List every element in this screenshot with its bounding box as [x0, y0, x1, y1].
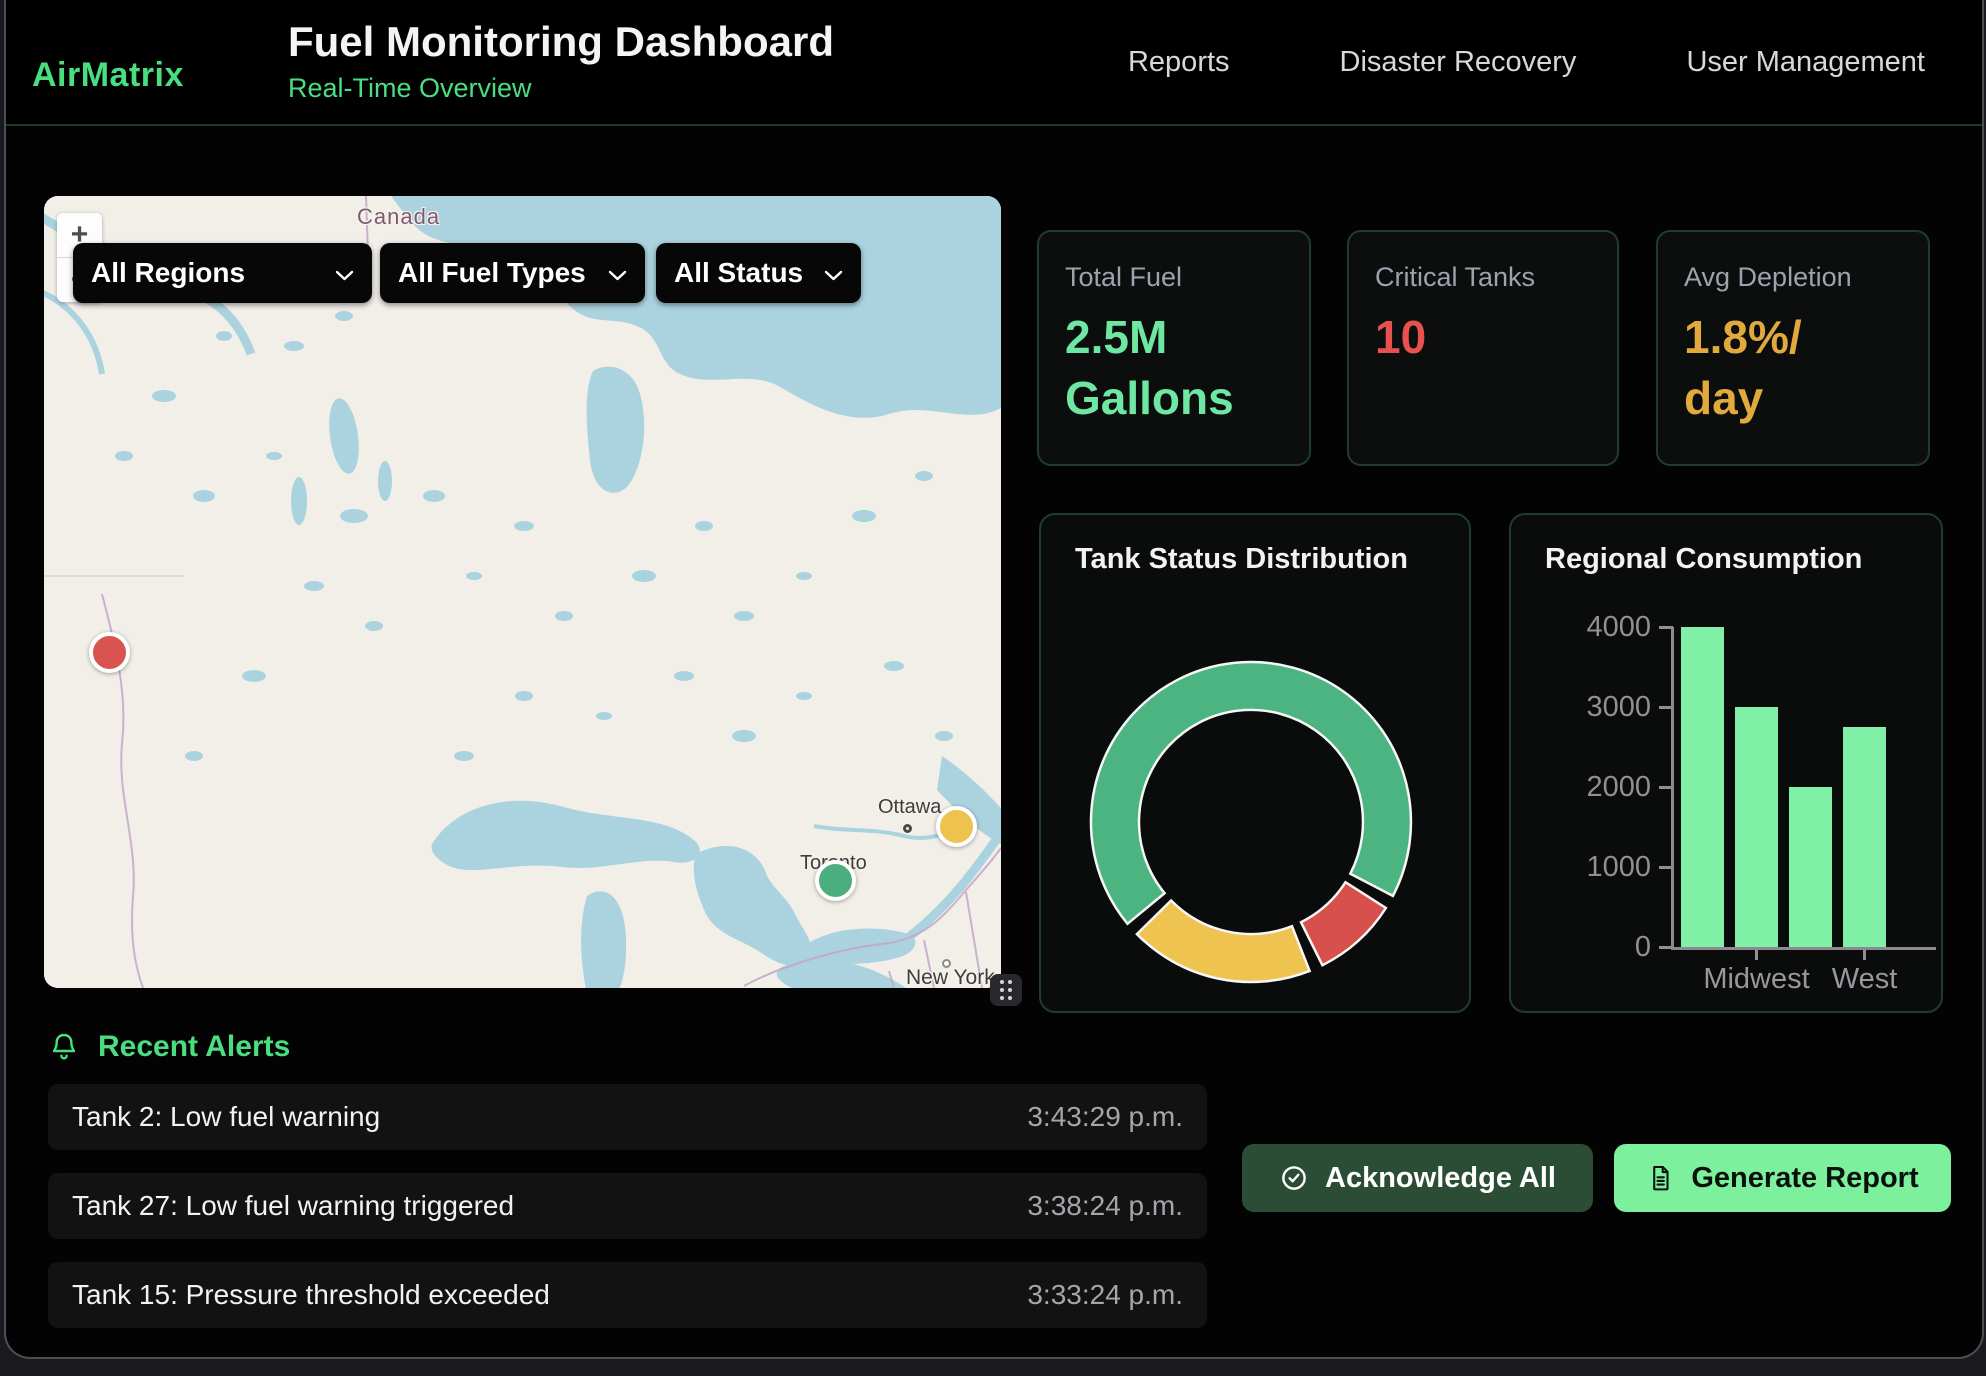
map-label-canada: Canada	[357, 204, 440, 230]
bar-region-1	[1681, 627, 1724, 947]
y-tick-label: 1000	[1511, 851, 1651, 884]
donut-segment-warning	[1137, 901, 1310, 982]
stat-label: Total Fuel	[1065, 262, 1283, 293]
y-tick-label: 0	[1511, 931, 1651, 964]
title-block: Fuel Monitoring Dashboard Real-Time Over…	[288, 16, 834, 105]
x-tick-label-west: West	[1785, 963, 1945, 996]
filter-label: All Fuel Types	[398, 257, 586, 289]
stat-label: Critical Tanks	[1375, 262, 1591, 293]
bar-west	[1843, 727, 1886, 947]
document-icon	[1646, 1164, 1675, 1193]
tank-status-panel: Tank Status Distribution	[1039, 513, 1471, 1013]
page-subtitle: Real-Time Overview	[288, 71, 834, 105]
alert-row[interactable]: Tank 15: Pressure threshold exceeded 3:33…	[48, 1262, 1207, 1328]
stat-card-total-fuel: Total Fuel 2.5M Gallons	[1037, 230, 1311, 466]
panel-title: Regional Consumption	[1545, 543, 1862, 576]
header: AirMatrix Fuel Monitoring Dashboard Real…	[6, 0, 1982, 126]
y-tick-label: 4000	[1511, 611, 1651, 644]
alert-timestamp: 3:43:29 p.m.	[1027, 1101, 1183, 1133]
donut-segment-critical	[1301, 882, 1386, 965]
generate-report-label: Generate Report	[1691, 1162, 1918, 1195]
nav-item-user-management[interactable]: User Management	[1686, 46, 1925, 79]
regional-consumption-panel: Regional Consumption 01000200030004000 M…	[1509, 513, 1943, 1013]
new-york-town-dot	[942, 959, 951, 968]
page-title: Fuel Monitoring Dashboard	[288, 16, 834, 68]
filter-all-status[interactable]: All Status	[656, 243, 861, 303]
map-marker-critical[interactable]	[89, 632, 130, 673]
brand-logo: AirMatrix	[32, 56, 184, 95]
resize-handle[interactable]	[990, 974, 1022, 1006]
stat-card-critical-tanks: Critical Tanks 10	[1347, 230, 1619, 466]
map-label-new-york: New York	[906, 966, 995, 988]
stat-label: Avg Depletion	[1684, 262, 1902, 293]
alert-timestamp: 3:33:24 p.m.	[1027, 1279, 1183, 1311]
chevron-down-icon	[824, 257, 843, 289]
donut-segment-normal	[1091, 662, 1411, 924]
filter-label: All Regions	[91, 257, 245, 289]
generate-report-button[interactable]: Generate Report	[1614, 1144, 1951, 1212]
stat-value: 1.8%/ day	[1684, 307, 1902, 428]
map-marker-normal[interactable]	[815, 860, 856, 901]
alert-timestamp: 3:38:24 p.m.	[1027, 1190, 1183, 1222]
alert-message: Tank 2: Low fuel warning	[72, 1101, 380, 1133]
main-nav: Reports Disaster Recovery User Management	[1128, 0, 1925, 124]
filter-all-regions[interactable]: All Regions	[73, 243, 372, 303]
map-label-ottawa: Ottawa	[878, 796, 941, 819]
alert-message: Tank 27: Low fuel warning triggered	[72, 1190, 514, 1222]
regional-consumption-bar-chart	[1671, 627, 1936, 950]
bar-midwest	[1735, 707, 1778, 947]
recent-alerts-heading: Recent Alerts	[48, 1030, 290, 1064]
map-marker-warning[interactable]	[936, 806, 977, 847]
filter-all-fuel-types[interactable]: All Fuel Types	[380, 243, 645, 303]
bar-region-3	[1789, 787, 1832, 947]
recent-alerts-title: Recent Alerts	[98, 1030, 290, 1064]
y-tick-label: 2000	[1511, 771, 1651, 804]
map-panel[interactable]: Canada Ottawa Toronto New York + − All R…	[44, 196, 1001, 988]
tank-status-donut-chart	[1041, 515, 1473, 1011]
bell-icon	[48, 1031, 80, 1063]
acknowledge-all-button[interactable]: Acknowledge All	[1242, 1144, 1593, 1212]
ottawa-town-dot	[903, 824, 912, 833]
stat-value: 10	[1375, 307, 1591, 368]
alert-row[interactable]: Tank 27: Low fuel warning triggered 3:38:…	[48, 1173, 1207, 1239]
alert-message: Tank 15: Pressure threshold exceeded	[72, 1279, 550, 1311]
dashboard-container: AirMatrix Fuel Monitoring Dashboard Real…	[4, 0, 1984, 1359]
alert-row[interactable]: Tank 2: Low fuel warning 3:43:29 p.m.	[48, 1084, 1207, 1150]
check-circle-icon	[1279, 1163, 1309, 1193]
y-tick-label: 3000	[1511, 691, 1651, 724]
nav-item-disaster-recovery[interactable]: Disaster Recovery	[1340, 46, 1577, 79]
x-tick-mark	[1863, 950, 1866, 960]
filter-label: All Status	[674, 257, 803, 289]
stat-card-avg-depletion: Avg Depletion 1.8%/ day	[1656, 230, 1930, 466]
stat-value: 2.5M Gallons	[1065, 307, 1283, 428]
nav-item-reports[interactable]: Reports	[1128, 46, 1230, 79]
chevron-down-icon	[335, 257, 354, 289]
acknowledge-all-label: Acknowledge All	[1325, 1162, 1556, 1195]
chevron-down-icon	[608, 257, 627, 289]
x-tick-mark	[1755, 950, 1758, 960]
